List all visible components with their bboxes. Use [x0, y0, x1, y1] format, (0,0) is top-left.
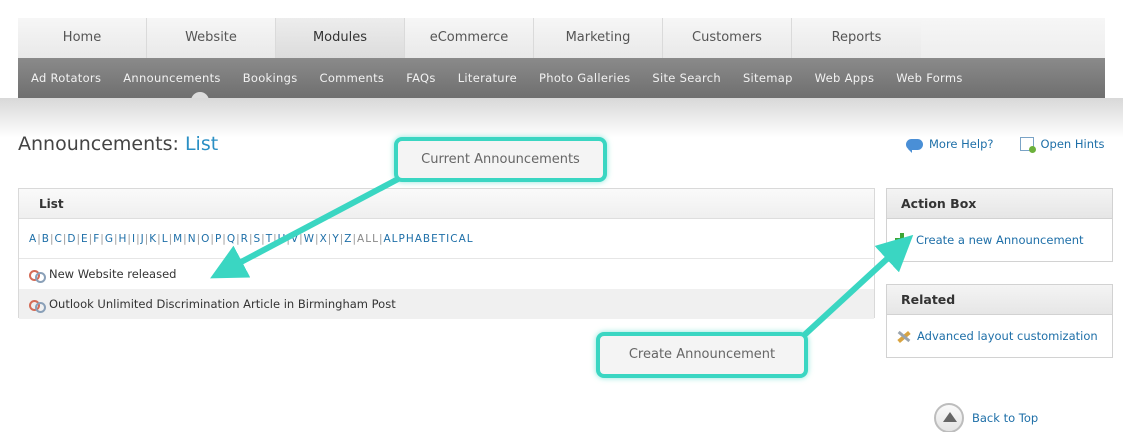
top-nav-filler [921, 18, 1105, 58]
tab-website[interactable]: Website [147, 18, 276, 58]
tab-modules[interactable]: Modules [276, 18, 405, 58]
alpha-filter-t[interactable]: T [266, 233, 273, 245]
tab-customers[interactable]: Customers [663, 18, 792, 58]
related-box-header: Related [887, 285, 1112, 315]
page-title: Announcements: List [18, 133, 218, 155]
action-box: Action Box Create a new Announcement [886, 188, 1113, 262]
tab-home[interactable]: Home [18, 18, 147, 58]
open-hints-link[interactable]: Open Hints [1019, 137, 1105, 153]
create-announcement-label: Create a new Announcement [916, 233, 1084, 247]
alpha-filter-q[interactable]: Q [227, 233, 236, 245]
back-to-top[interactable]: Back to Top [934, 403, 1038, 432]
callout-current-announcements: Current Announcements [394, 137, 607, 182]
tools-icon [895, 329, 910, 344]
hints-icon [1019, 137, 1036, 153]
tab-marketing[interactable]: Marketing [534, 18, 663, 58]
alpha-filter-x[interactable]: X [320, 233, 328, 245]
alpha-filter-s[interactable]: S [253, 233, 261, 245]
alpha-filter-all[interactable]: ALL [357, 233, 379, 245]
subnav-item-sitemap[interactable]: Sitemap [743, 71, 793, 85]
header-band [0, 98, 1123, 138]
related-box: Related Advanced layout customization [886, 284, 1113, 358]
alphabet-filter: A|B|C|D|E|F|G|H|I|J|K|L|M|N|O|P|Q|R|S|T|… [19, 219, 874, 259]
open-hints-label: Open Hints [1040, 137, 1105, 151]
list-item-title[interactable]: New Website released [49, 259, 176, 289]
top-nav: Home Website Modules eCommerce Marketing… [18, 18, 1105, 58]
alpha-filter-o[interactable]: O [201, 233, 210, 245]
alpha-filter-y[interactable]: Y [332, 233, 339, 245]
announcement-icon [29, 299, 46, 313]
list-header: List [19, 189, 874, 219]
subnav-item-web-apps[interactable]: Web Apps [815, 71, 875, 85]
subnav-item-announcements[interactable]: Announcements [123, 71, 220, 85]
alpha-filter-e[interactable]: E [81, 233, 89, 245]
callout-create-announcement: Create Announcement [596, 332, 808, 378]
advanced-layout-label: Advanced layout customization [917, 329, 1098, 343]
speech-bubble-icon [906, 138, 923, 153]
subnav-item-comments[interactable]: Comments [319, 71, 384, 85]
subnav-item-faqs[interactable]: FAQs [406, 71, 435, 85]
alpha-filter-w[interactable]: W [304, 233, 315, 245]
list-item[interactable]: Outlook Unlimited Discrimination Article… [19, 289, 874, 319]
subnav-item-photo-galleries[interactable]: Photo Galleries [539, 71, 630, 85]
alpha-filter-n[interactable]: N [188, 233, 197, 245]
alpha-filter-r[interactable]: R [241, 233, 249, 245]
sub-nav: Ad Rotators Announcements Bookings Comme… [18, 58, 1105, 102]
subnav-item-literature[interactable]: Literature [458, 71, 517, 85]
alpha-filter-k[interactable]: K [149, 233, 157, 245]
list-item[interactable]: New Website released [19, 259, 874, 289]
alpha-filter-g[interactable]: G [105, 233, 114, 245]
subnav-item-site-search[interactable]: Site Search [652, 71, 721, 85]
alpha-filter-a[interactable]: A [29, 233, 37, 245]
back-to-top-label: Back to Top [972, 411, 1039, 425]
create-announcement-link[interactable]: Create a new Announcement [887, 219, 1112, 261]
alpha-filter-b[interactable]: B [42, 233, 50, 245]
more-help-label: More Help? [929, 137, 994, 151]
tab-ecommerce[interactable]: eCommerce [405, 18, 534, 58]
page-title-sub: List [184, 133, 219, 155]
announcement-list-panel: List A|B|C|D|E|F|G|H|I|J|K|L|M|N|O|P|Q|R… [18, 188, 875, 319]
action-box-header: Action Box [887, 189, 1112, 219]
tab-reports[interactable]: Reports [792, 18, 921, 58]
alpha-filter-c[interactable]: C [55, 233, 63, 245]
plus-icon [895, 233, 909, 247]
subnav-item-ad-rotators[interactable]: Ad Rotators [31, 71, 101, 85]
alpha-filter-m[interactable]: M [173, 233, 183, 245]
subnav-item-web-forms[interactable]: Web Forms [896, 71, 962, 85]
arrow-up-icon [934, 403, 964, 432]
alpha-filter-alphabetical[interactable]: ALPHABETICAL [383, 233, 473, 245]
alpha-filter-v[interactable]: V [291, 233, 299, 245]
alpha-filter-z[interactable]: Z [344, 233, 352, 245]
help-links: More Help? Open Hints [906, 137, 1105, 153]
page-title-main: Announcements: [18, 133, 179, 155]
subnav-item-bookings[interactable]: Bookings [243, 71, 298, 85]
advanced-layout-link[interactable]: Advanced layout customization [887, 315, 1112, 357]
announcement-icon [29, 269, 46, 283]
alpha-filter-l[interactable]: L [162, 233, 169, 245]
list-item-title[interactable]: Outlook Unlimited Discrimination Article… [49, 289, 396, 319]
more-help-link[interactable]: More Help? [906, 137, 994, 153]
